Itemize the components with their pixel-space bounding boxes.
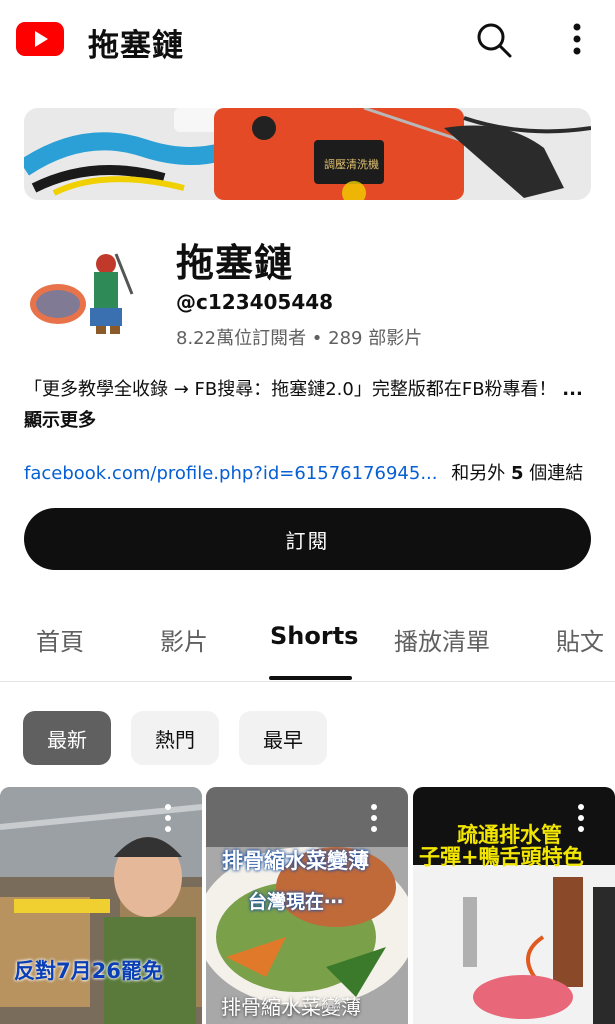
short-menu-icon[interactable]	[577, 803, 585, 833]
more-links-count: 5	[510, 463, 524, 484]
chip-oldest[interactable]: 最早	[239, 711, 327, 765]
short-overlay-text: 反對7月26罷免	[14, 959, 163, 983]
short-overlay-subtitle: 子彈+鴨舌頭特色	[419, 845, 584, 869]
youtube-logo-icon[interactable]	[16, 22, 64, 56]
short-item[interactable]: 疏通排水管 子彈+鴨舌頭特色	[413, 787, 615, 1024]
tab-videos[interactable]: 影片	[160, 622, 208, 657]
search-icon[interactable]	[474, 20, 514, 60]
short-overlay-subtitle: 台灣現在⋯	[248, 891, 344, 913]
more-links-suffix: 個連結	[529, 463, 584, 484]
short-item[interactable]: 排骨縮水菜變薄 台灣現在⋯ 排骨縮水菜變薄	[206, 787, 408, 1024]
subscribe-button[interactable]: 訂閱	[24, 508, 591, 570]
banner-image: 調壓清洗機	[24, 108, 591, 200]
short-menu-icon[interactable]	[164, 803, 172, 833]
channel-name: 拖塞鏈	[176, 241, 294, 285]
channel-description[interactable]: 「更多教學全收錄 → FB搜尋：拖塞鏈2.0」完整版都在FB粉專看！ ...顯示…	[24, 374, 584, 436]
tab-home[interactable]: 首頁	[36, 622, 84, 657]
channel-tabs: 首頁 影片 Shorts 播放清單 貼文	[0, 600, 615, 682]
channel-stats: 8.22萬位訂閱者 • 289 部影片	[176, 328, 423, 349]
app-title: 拖塞鏈	[88, 28, 184, 64]
short-caption: 排骨縮水菜變薄	[221, 995, 361, 1019]
tab-posts[interactable]: 貼文	[556, 622, 604, 657]
channel-link-url[interactable]: facebook.com/profile.php?id=61576176945.…	[24, 463, 437, 484]
channel-avatar[interactable]	[24, 234, 140, 350]
description-text: 「更多教學全收錄 → FB搜尋：拖塞鏈2.0」完整版都在FB粉專看！	[24, 379, 557, 400]
short-menu-icon[interactable]	[370, 803, 378, 833]
chip-latest[interactable]: 最新	[23, 711, 111, 765]
channel-banner[interactable]: 調壓清洗機	[24, 108, 591, 200]
more-links[interactable]: 和另外 5 個連結	[451, 463, 583, 484]
short-overlay-title: 排骨縮水菜變薄	[222, 849, 369, 873]
channel-links[interactable]: facebook.com/profile.php?id=61576176945.…	[24, 459, 604, 485]
short-item[interactable]: 反對7月26罷免	[0, 787, 202, 1024]
banner-label: 調壓清洗機	[324, 157, 379, 171]
top-app-bar: 拖塞鏈	[0, 0, 615, 82]
channel-handle: @c123405448	[176, 290, 334, 314]
chip-popular[interactable]: 熱門	[131, 711, 219, 765]
tab-shorts[interactable]: Shorts	[270, 622, 358, 650]
active-tab-indicator	[269, 676, 352, 680]
more-links-prefix: 和另外	[451, 463, 506, 484]
tab-playlists[interactable]: 播放清單	[394, 622, 490, 657]
more-vert-icon[interactable]	[562, 20, 592, 60]
